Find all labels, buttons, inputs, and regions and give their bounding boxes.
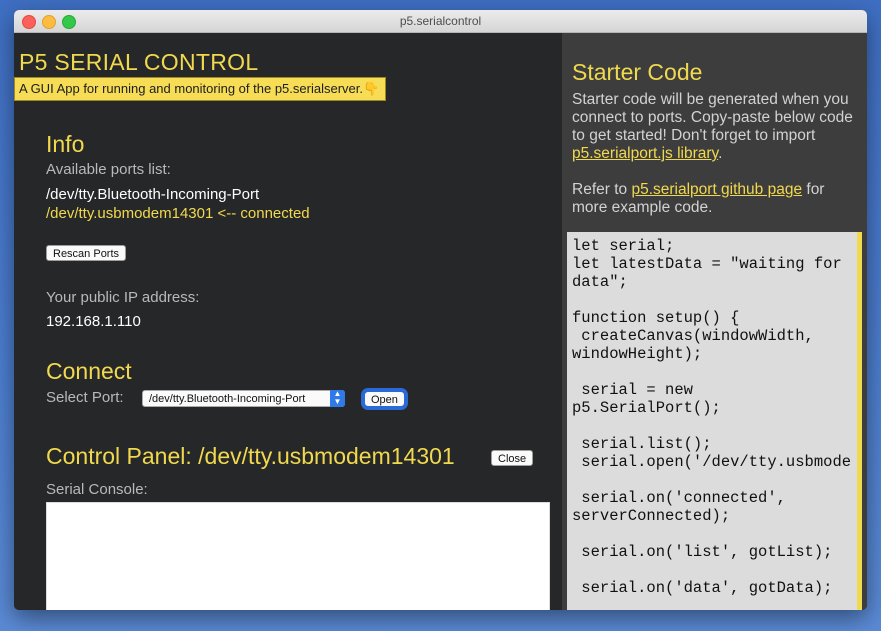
- library-link[interactable]: p5.serialport.js library: [572, 145, 718, 162]
- main-panel: P5 SERIAL CONTROL A GUI App for running …: [14, 33, 562, 610]
- serial-console-output[interactable]: [46, 502, 550, 610]
- open-port-button[interactable]: Open: [364, 391, 405, 407]
- ip-address-value: 192.168.1.110: [46, 313, 141, 330]
- starter-code-intro: Starter code will be generated when you …: [572, 91, 864, 163]
- starter-code-text[interactable]: let serial; let latestData = "waiting fo…: [567, 232, 857, 610]
- refer-prefix-text: Refer to: [572, 181, 632, 198]
- app-title: P5 SERIAL CONTROL: [19, 49, 259, 75]
- rescan-ports-button[interactable]: Rescan Ports: [46, 245, 127, 261]
- control-panel-heading: Control Panel: /dev/tty.usbmodem14301: [46, 443, 455, 469]
- window-title: p5.serialcontrol: [399, 14, 482, 28]
- info-heading: Info: [46, 131, 85, 157]
- serial-console-label: Serial Console:: [46, 481, 148, 498]
- connect-heading: Connect: [46, 358, 132, 384]
- github-page-link[interactable]: p5.serialport github page: [631, 181, 802, 198]
- starter-code-panel: Starter Code Starter code will be genera…: [562, 33, 867, 610]
- ports-list-label: Available ports list:: [46, 161, 171, 178]
- title-bar[interactable]: p5.serialcontrol: [14, 10, 867, 33]
- port-select-value: /dev/tty.Bluetooth-Incoming-Port: [149, 393, 306, 405]
- close-port-button[interactable]: Close: [491, 450, 534, 466]
- starter-code-reference: Refer to p5.serialport github page for m…: [572, 181, 864, 217]
- chevron-up-down-icon: ▲ ▼: [330, 390, 345, 407]
- port-select[interactable]: /dev/tty.Bluetooth-Incoming-Port ▲ ▼: [142, 390, 345, 407]
- app-subtitle-banner: A GUI App for running and monitoring of …: [14, 77, 387, 101]
- port-list-item: /dev/tty.Bluetooth-Incoming-Port: [46, 186, 260, 203]
- starter-code-heading: Starter Code: [572, 59, 703, 85]
- ip-address-label: Your public IP address:: [46, 289, 200, 306]
- intro-end-text: .: [718, 145, 723, 162]
- select-port-label: Select Port:: [46, 389, 124, 406]
- app-window: p5.serialcontrol P5 SERIAL CONTROL A GUI…: [14, 10, 867, 610]
- port-list-item-connected: /dev/tty.usbmodem14301 <-- connected: [46, 205, 310, 222]
- starter-code-block[interactable]: let serial; let latestData = "waiting fo…: [567, 232, 862, 610]
- intro-text: Starter code will be generated when you …: [572, 91, 853, 144]
